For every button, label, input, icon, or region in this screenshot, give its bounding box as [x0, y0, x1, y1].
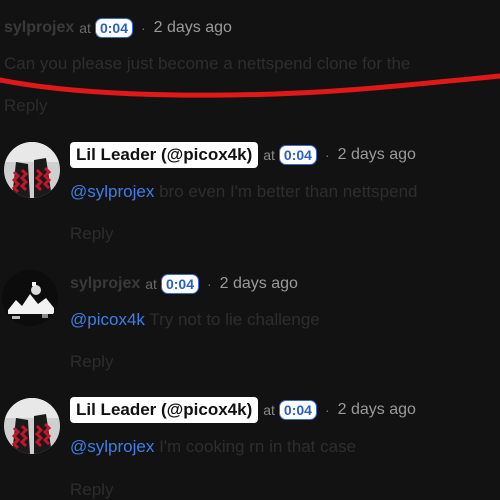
- avatar[interactable]: [4, 142, 60, 198]
- time-ago: 2 days ago: [337, 146, 416, 163]
- time-ago: 2 days ago: [337, 401, 416, 418]
- reply-button[interactable]: Reply: [70, 224, 113, 244]
- reply-button[interactable]: Reply: [70, 480, 113, 500]
- reply-meta: Lil Leader (@picox4k) at 0:04 · 2 days a…: [70, 397, 416, 423]
- avatar[interactable]: [4, 398, 60, 454]
- time-ago: 2 days ago: [153, 19, 232, 36]
- comment-text-content: I'm cooking rn in that case: [154, 437, 357, 456]
- top-comment-meta: sylprojex at 0:04 · 2 days ago: [4, 18, 500, 38]
- separator-dot: ·: [206, 276, 212, 292]
- timestamp-link[interactable]: 0:04: [278, 400, 317, 420]
- reply-meta: Lil Leader (@picox4k) at 0:04 · 2 days a…: [70, 142, 416, 168]
- comment-author[interactable]: sylprojex: [4, 19, 74, 37]
- comment-author[interactable]: Lil Leader (@picox4k): [70, 142, 259, 168]
- red-black-checkered-boots-avatar-icon: [4, 142, 60, 198]
- timestamp-link[interactable]: 0:04: [94, 18, 133, 38]
- mention-link[interactable]: @picox4k: [70, 310, 145, 329]
- at-label: at: [145, 276, 157, 292]
- black-white-noise-avatar-icon: [2, 270, 58, 326]
- timestamp-link[interactable]: 0:04: [160, 274, 199, 294]
- separator-dot: ·: [324, 402, 330, 418]
- at-label: at: [79, 20, 91, 36]
- separator-dot: ·: [324, 147, 330, 163]
- separator-dot: ·: [140, 20, 146, 36]
- comment-thread: sylprojex at 0:04 · 2 days ago Can you p…: [0, 0, 500, 500]
- reply-button[interactable]: Reply: [70, 352, 113, 372]
- mention-link[interactable]: @sylprojex: [70, 182, 154, 201]
- reply-meta: sylprojex at 0:04 · 2 days ago: [70, 274, 298, 294]
- time-ago: 2 days ago: [219, 275, 298, 292]
- mention-link[interactable]: @sylprojex: [70, 437, 154, 456]
- comment-text: @picox4k Try not to lie challenge: [70, 310, 320, 330]
- comment-text: @sylprojex I'm cooking rn in that case: [70, 437, 356, 457]
- timestamp-link[interactable]: 0:04: [278, 145, 317, 165]
- avatar[interactable]: [2, 270, 58, 326]
- at-label: at: [263, 147, 275, 163]
- comment-author[interactable]: sylprojex: [70, 275, 140, 293]
- comment-author[interactable]: Lil Leader (@picox4k): [70, 397, 259, 423]
- reply-button[interactable]: Reply: [4, 96, 47, 116]
- red-annotation-stroke: [0, 73, 500, 98]
- at-label: at: [263, 402, 275, 418]
- red-black-checkered-boots-avatar-icon: [4, 398, 60, 454]
- comment-text: @sylprojex bro even I'm better than nett…: [70, 182, 417, 202]
- comment-text-content: bro even I'm better than nettspend: [154, 182, 418, 201]
- comment-text-content: Try not to lie challenge: [144, 310, 320, 329]
